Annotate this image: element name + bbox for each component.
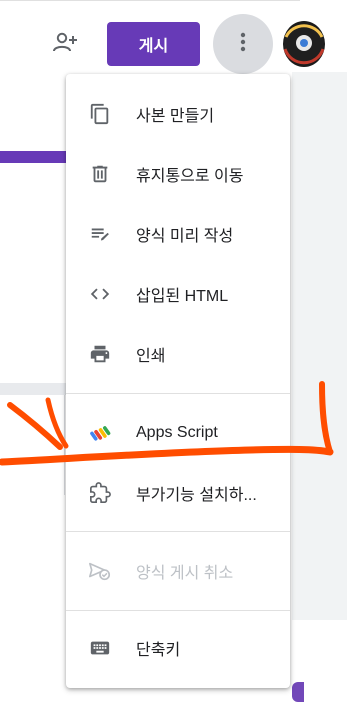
add-collaborator-button[interactable] — [47, 28, 83, 60]
unpublish-icon — [88, 559, 112, 583]
menu-item-label: 양식 미리 작성 — [136, 228, 234, 245]
menu-item-label: 휴지통으로 이동 — [136, 168, 244, 185]
menu-divider — [66, 610, 290, 611]
menu-item-label: 사본 만들기 — [136, 108, 215, 125]
menu-item-label: 단축키 — [136, 642, 181, 659]
menu-item-keyboard-shortcuts[interactable]: 단축키 — [66, 618, 290, 678]
account-avatar[interactable] — [280, 18, 328, 70]
menu-divider — [66, 393, 290, 394]
menu-item-label: Apps Script — [136, 424, 218, 441]
menu-item-label: 부가기능 설치하... — [136, 487, 257, 504]
menu-item-label: 인쇄 — [136, 348, 166, 365]
menu-item-embed-html[interactable]: 삽입된 HTML — [66, 264, 290, 324]
menu-item-label: 양식 게시 취소 — [136, 565, 234, 582]
menu-item-prefill-form[interactable]: 양식 미리 작성 — [66, 204, 290, 264]
print-icon — [88, 342, 112, 366]
menu-item-apps-script[interactable]: Apps Script — [66, 403, 290, 463]
apps-script-icon — [88, 421, 112, 445]
menu-item-unpublish-form[interactable]: 양식 게시 취소 — [66, 541, 290, 601]
more-options-button[interactable] — [213, 14, 273, 74]
trash-icon — [88, 162, 112, 186]
more-options-menu: 사본 만들기 휴지통으로 이동 양식 미리 작성 삽입된 HTML 인쇄 App… — [66, 74, 290, 688]
form-question-card — [0, 395, 65, 495]
prefill-icon — [88, 222, 112, 246]
menu-item-print[interactable]: 인쇄 — [66, 324, 290, 384]
copy-icon — [88, 102, 112, 126]
puzzle-icon — [88, 481, 112, 505]
publish-button[interactable]: 게시 — [107, 22, 200, 66]
menu-item-make-copy[interactable]: 사본 만들기 — [66, 84, 290, 144]
more-vert-icon — [240, 32, 246, 57]
menu-item-install-addons[interactable]: 부가기능 설치하... — [66, 463, 290, 523]
app-header: 게시 — [0, 0, 347, 80]
form-accent-bar — [0, 151, 68, 163]
code-icon — [88, 282, 112, 306]
keyboard-icon — [88, 636, 112, 660]
person-add-icon — [52, 31, 78, 58]
right-background-panel — [292, 72, 347, 702]
menu-item-move-to-trash[interactable]: 휴지통으로 이동 — [66, 144, 290, 204]
section-strip — [0, 383, 68, 395]
bottom-purple-marker — [292, 682, 304, 702]
menu-divider — [66, 531, 290, 532]
menu-item-label: 삽입된 HTML — [136, 288, 229, 305]
